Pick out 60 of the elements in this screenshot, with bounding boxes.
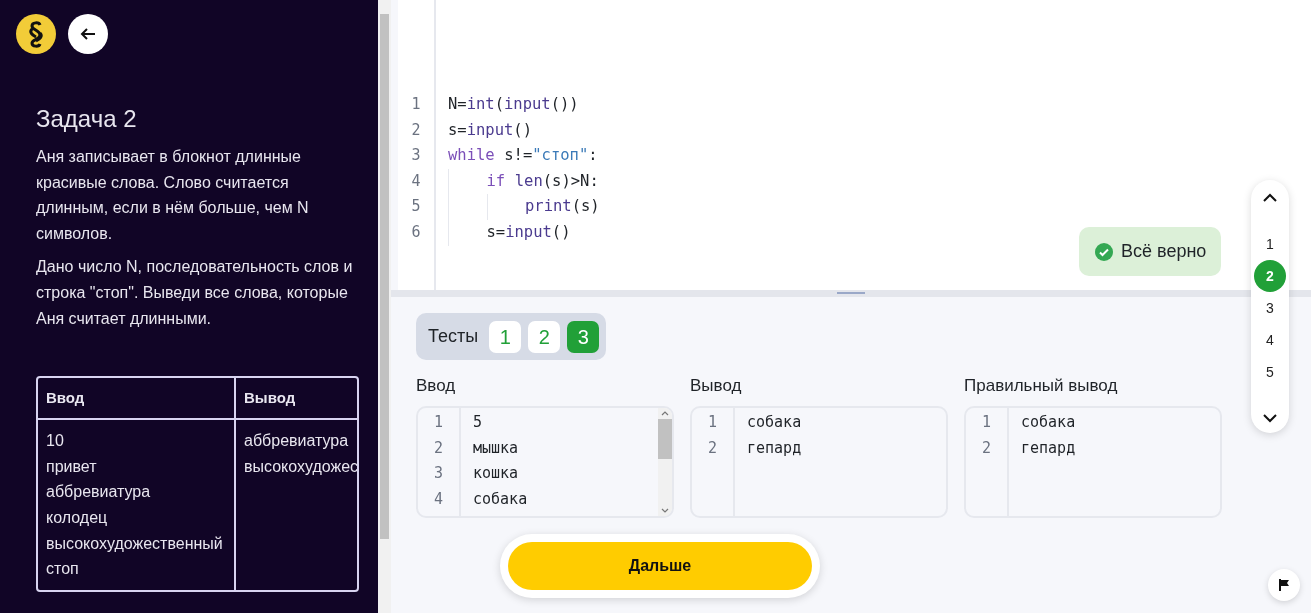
line-number: 2 xyxy=(433,437,443,459)
flag-icon xyxy=(1277,578,1291,592)
table-cell-text: высокохудожес xyxy=(244,456,357,477)
task-text: Аня записывает в блокнот длинные красивые слова. Слово считается длинным, если в нём больше, чем N символов. xyxy=(36,147,310,244)
line-number: 1 xyxy=(707,412,717,433)
table-cell-text: 10 xyxy=(46,431,64,452)
output-line: собака xyxy=(473,488,528,510)
line-number: 1 xyxy=(981,412,991,433)
resize-handle[interactable] xyxy=(837,292,865,294)
line-number: 6 xyxy=(411,221,421,243)
line-number: 5 xyxy=(411,196,421,218)
task-number[interactable]: 4 xyxy=(1254,324,1286,356)
output-line: мышка xyxy=(473,437,519,459)
code-line: print(s) xyxy=(525,196,600,218)
line-number: 2 xyxy=(707,437,717,459)
line-number: 4 xyxy=(433,488,443,510)
line-number: 1 xyxy=(411,94,421,115)
table-cell-text: аббревиатура xyxy=(46,482,151,503)
scrollbar-thumb[interactable] xyxy=(380,14,389,539)
line-number: 1 xyxy=(433,412,443,433)
line-number: 2 xyxy=(981,437,991,459)
panel-title: Ввод xyxy=(416,375,457,397)
table-cell-text: колодец xyxy=(46,507,108,528)
logo-icon xyxy=(16,14,56,54)
table-cell-text: стоп xyxy=(46,559,79,580)
output-line: гепард xyxy=(747,437,802,459)
back-button[interactable] xyxy=(68,14,108,54)
code-line: s=input() xyxy=(448,119,532,141)
code-line: while s!="стоп": xyxy=(448,145,598,167)
output-line: собака xyxy=(747,412,802,433)
task-number[interactable]: 5 xyxy=(1254,356,1286,388)
table-header: Вывод xyxy=(236,378,357,421)
output-line: собака xyxy=(1021,412,1076,433)
output-line: 5 xyxy=(473,412,483,433)
table-cell-text: аббревиатура xyxy=(244,431,349,452)
table-cell-text: привет xyxy=(46,456,97,477)
table-header: Ввод xyxy=(38,378,236,421)
output-line: гепард xyxy=(1021,437,1076,459)
table-cell-text: высокохудожественный xyxy=(46,533,223,554)
code-line: if len(s)>N: xyxy=(486,170,599,192)
task-title: Задача 2 xyxy=(36,104,138,134)
scrollbar[interactable] xyxy=(658,408,672,516)
line-number: 3 xyxy=(433,463,443,485)
status-text: Всё верно xyxy=(1121,240,1207,263)
line-number: 4 xyxy=(411,170,421,192)
output-line: кошка xyxy=(473,463,519,485)
panel-title: Вывод xyxy=(690,375,743,397)
panel-title: Правильный вывод xyxy=(964,375,1119,397)
code-line: N=int(input()) xyxy=(448,94,579,115)
task-number[interactable]: 1 xyxy=(1254,228,1286,260)
flag-button[interactable] xyxy=(1268,569,1300,601)
line-number: 2 xyxy=(411,119,421,141)
code-line: s=input() xyxy=(486,221,571,243)
task-number[interactable]: 3 xyxy=(1254,292,1286,324)
tests-label: Тесты xyxy=(428,325,479,348)
line-number: 3 xyxy=(411,145,421,167)
task-text: Дано число N, последовательность слов и строка "стоп". Выведи все слова, которые Аня считает длинными. xyxy=(36,257,354,329)
next-button[interactable]: Дальше xyxy=(508,542,812,590)
check-icon xyxy=(1095,242,1113,261)
scrollbar-thumb[interactable] xyxy=(658,419,672,459)
